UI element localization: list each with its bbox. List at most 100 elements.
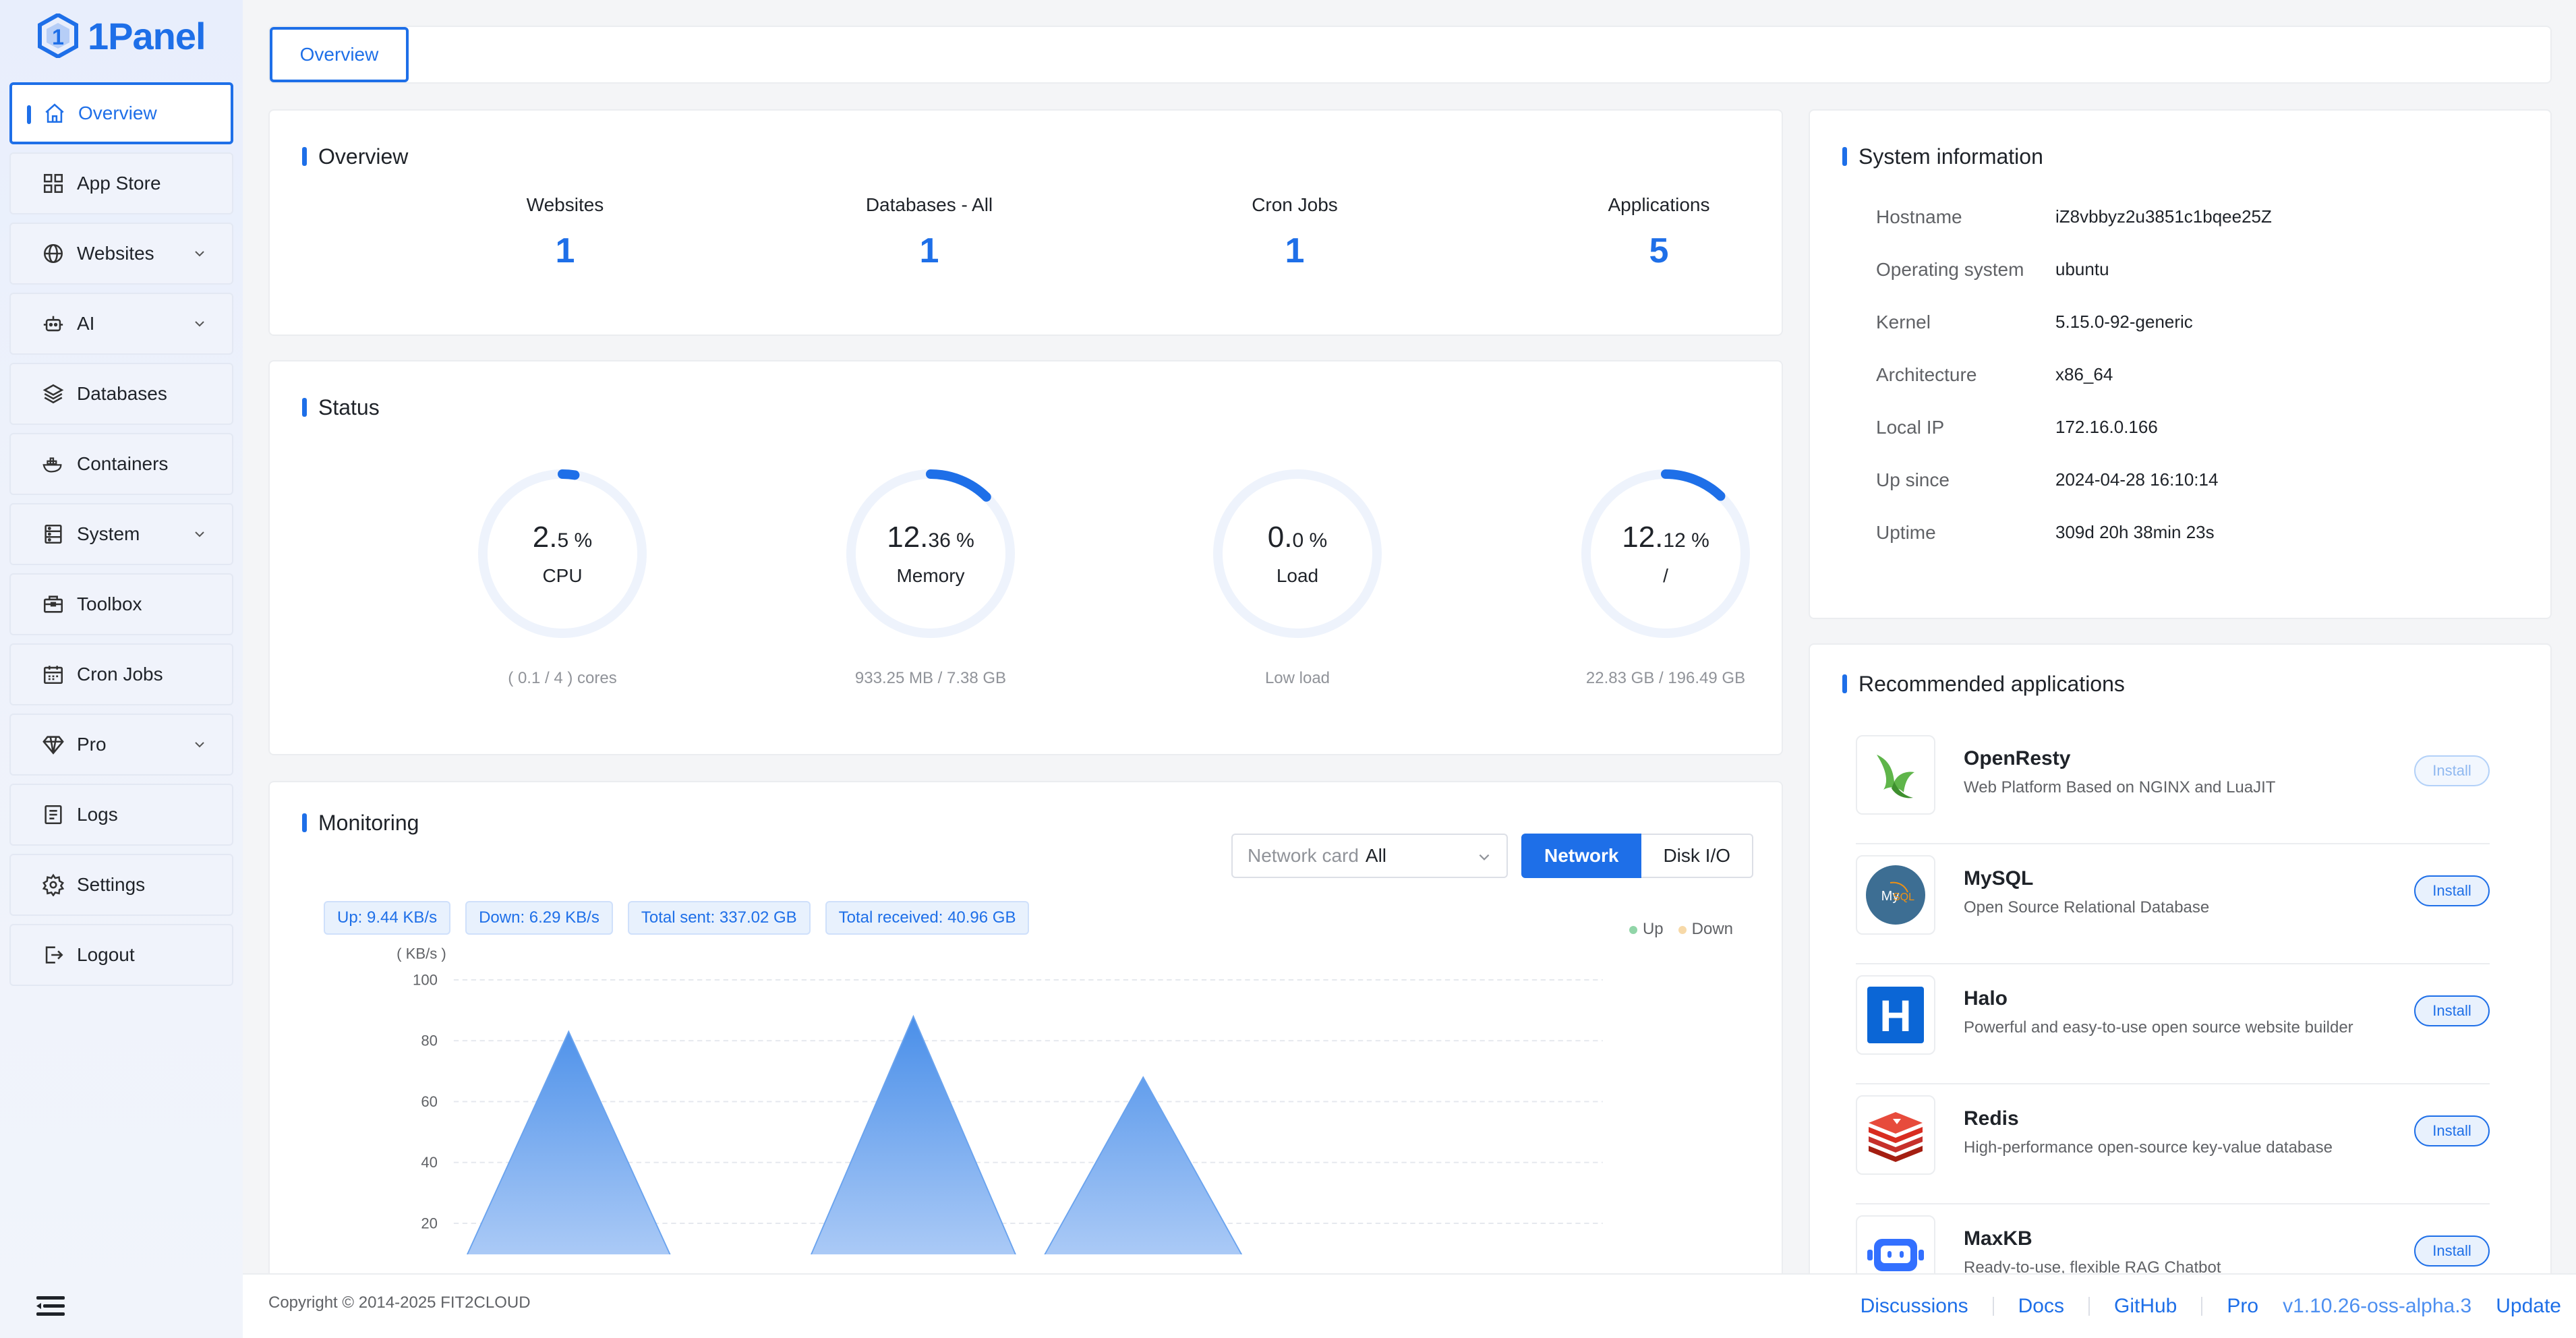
- sidebar-item-websites[interactable]: Websites: [9, 223, 233, 285]
- gauge-cpu[interactable]: 2.5 % CPU ( 0.1 / 4 ) cores: [380, 463, 744, 688]
- chart-series-up[interactable]: [454, 1014, 1603, 1254]
- whale-icon: [42, 453, 65, 475]
- sidebar-item-ai[interactable]: AI: [9, 293, 233, 355]
- install-button[interactable]: Install: [2414, 1115, 2490, 1146]
- stat-databases[interactable]: Databases - All 1: [747, 194, 1111, 271]
- stat-label: Applications: [1608, 194, 1710, 215]
- gauge-value: 12.12 %: [1484, 521, 1848, 554]
- tab-bar: Overview: [268, 26, 2552, 84]
- stat-cron-jobs[interactable]: Cron Jobs 1: [1113, 194, 1477, 271]
- info-up-since: Up since 2024-04-28 16:10:14: [1876, 469, 2218, 491]
- stat-value[interactable]: 1: [1113, 231, 1477, 271]
- gauge-sub: 933.25 MB / 7.38 GB: [854, 669, 1007, 687]
- sidebar-item-logout[interactable]: Logout: [9, 924, 233, 986]
- app-redis[interactable]: Redis High-performance open-source key-v…: [1856, 1084, 2490, 1204]
- app-desc: Web Platform Based on NGINX and LuaJIT: [1964, 778, 2276, 796]
- install-button[interactable]: Install: [2414, 875, 2490, 906]
- sidebar-item-overview[interactable]: Overview: [9, 82, 233, 144]
- stat-applications[interactable]: Applications 5: [1477, 194, 1841, 271]
- chart-ylabel: ( KB/s ): [397, 946, 446, 962]
- layers-icon: [42, 382, 65, 405]
- collapse-menu-icon[interactable]: [36, 1295, 65, 1318]
- gauge-disk[interactable]: 12.12 % / 22.83 GB / 196.49 GB: [1484, 463, 1848, 688]
- chart-tick-label: 60: [421, 1093, 438, 1110]
- info-key: Hostname: [1876, 206, 1962, 227]
- sidebar-item-system[interactable]: System: [9, 503, 233, 565]
- chart-tick-label: 40: [421, 1154, 438, 1171]
- globe-icon: [42, 242, 65, 265]
- gauge-sub: Low load: [1264, 669, 1330, 687]
- sidebar-item-settings[interactable]: Settings: [9, 854, 233, 916]
- sidebar-item-containers[interactable]: Containers: [9, 433, 233, 495]
- tab-overview[interactable]: Overview: [270, 27, 409, 82]
- svg-text:H: H: [1879, 991, 1912, 1041]
- sidebar-item-label: App Store: [77, 173, 161, 194]
- app-name: MySQL: [1964, 867, 2034, 890]
- gauge-value: 2.5 %: [380, 521, 744, 554]
- gauge-value-frac: 12 %: [1663, 529, 1709, 552]
- link-pro[interactable]: Pro: [2227, 1295, 2258, 1318]
- app-halo[interactable]: H Halo Powerful and easy-to-use open sou…: [1856, 964, 2490, 1084]
- gauge-memory[interactable]: 12.36 % Memory 933.25 MB / 7.38 GB: [749, 463, 1113, 688]
- sidebar-item-label: Toolbox: [77, 593, 142, 614]
- sidebar-item-app-store[interactable]: App Store: [9, 152, 233, 214]
- app-openresty[interactable]: OpenResty Web Platform Based on NGINX an…: [1856, 724, 2490, 844]
- sidebar-item-label: Settings: [77, 874, 146, 895]
- sidebar-item-label: System: [77, 523, 140, 544]
- info-local-ip: Local IP 172.16.0.166: [1876, 417, 2158, 438]
- info-key: Uptime: [1876, 522, 1936, 543]
- sidebar-item-cron-jobs[interactable]: Cron Jobs: [9, 643, 233, 705]
- sidebar-item-label: AI: [77, 313, 95, 334]
- sidebar-item-label: Websites: [77, 243, 154, 264]
- chevron-down-icon: [195, 251, 204, 257]
- openresty-icon: [1856, 735, 1935, 815]
- update-link[interactable]: Update: [2496, 1295, 2561, 1318]
- stat-value[interactable]: 1: [383, 231, 747, 271]
- gauge-name: Memory: [896, 565, 965, 586]
- divider: [2201, 1297, 2203, 1316]
- server-icon: [42, 523, 65, 546]
- system-info-card: System information Hostname iZ8vbbyz2u385…: [1809, 109, 2552, 619]
- link-discussions[interactable]: Discussions: [1861, 1295, 1968, 1318]
- sidebar-item-toolbox[interactable]: Toolbox: [9, 573, 233, 635]
- app-name: MaxKB: [1964, 1227, 2032, 1250]
- chevron-down-icon: [195, 531, 204, 537]
- calendar-icon: [42, 663, 65, 686]
- halo-icon: H: [1856, 975, 1935, 1055]
- info-key: Up since: [1876, 469, 1950, 490]
- gauge-value-frac: 0 %: [1292, 529, 1328, 552]
- sidebar-item-logs[interactable]: Logs: [9, 784, 233, 846]
- recommended-apps-card: Recommended applications OpenResty Web P…: [1809, 643, 2552, 1293]
- install-button[interactable]: Install: [2414, 1235, 2490, 1267]
- redis-icon: [1856, 1095, 1935, 1175]
- app-name: Redis: [1964, 1107, 2019, 1130]
- sidebar-item-label: Logout: [77, 944, 135, 965]
- chart-tick-label: 100: [413, 971, 438, 988]
- stat-value[interactable]: 5: [1477, 231, 1841, 271]
- stat-websites[interactable]: Websites 1: [383, 194, 747, 271]
- chart-tick-label: 80: [421, 1032, 438, 1049]
- stat-label: Databases - All: [865, 194, 993, 215]
- gauge-value-int: 2.: [532, 521, 558, 554]
- stat-value[interactable]: 1: [747, 231, 1111, 271]
- chart-tick-label: 20: [421, 1215, 438, 1231]
- install-button[interactable]: Install: [2414, 755, 2490, 786]
- sidebar-item-label: Databases: [77, 383, 167, 404]
- divider: [2088, 1297, 2090, 1316]
- status-title: Status: [302, 395, 380, 420]
- logo[interactable]: 1 1Panel: [38, 12, 206, 59]
- diamond-icon: [42, 733, 65, 756]
- svg-text:SQL: SQL: [1893, 892, 1914, 903]
- sidebar-item-pro[interactable]: Pro: [9, 714, 233, 776]
- link-github[interactable]: GitHub: [2114, 1295, 2177, 1318]
- gauge-load[interactable]: 0.0 % Load Low load: [1115, 463, 1480, 688]
- app-mysql[interactable]: My SQL MySQL Open Source Relational Datab…: [1856, 844, 2490, 964]
- info-os: Operating system ubuntu: [1876, 259, 2109, 281]
- install-button[interactable]: Install: [2414, 995, 2490, 1026]
- sidebar-item-databases[interactable]: Databases: [9, 363, 233, 425]
- grid-icon: [42, 172, 65, 195]
- info-value: iZ8vbbyz2u3851c1bqee25Z: [2055, 206, 2272, 227]
- info-key: Operating system: [1876, 259, 2024, 280]
- link-docs[interactable]: Docs: [2018, 1295, 2064, 1318]
- footer: Copyright © 2014-2025 FIT2CLOUD Discussi…: [243, 1273, 2576, 1338]
